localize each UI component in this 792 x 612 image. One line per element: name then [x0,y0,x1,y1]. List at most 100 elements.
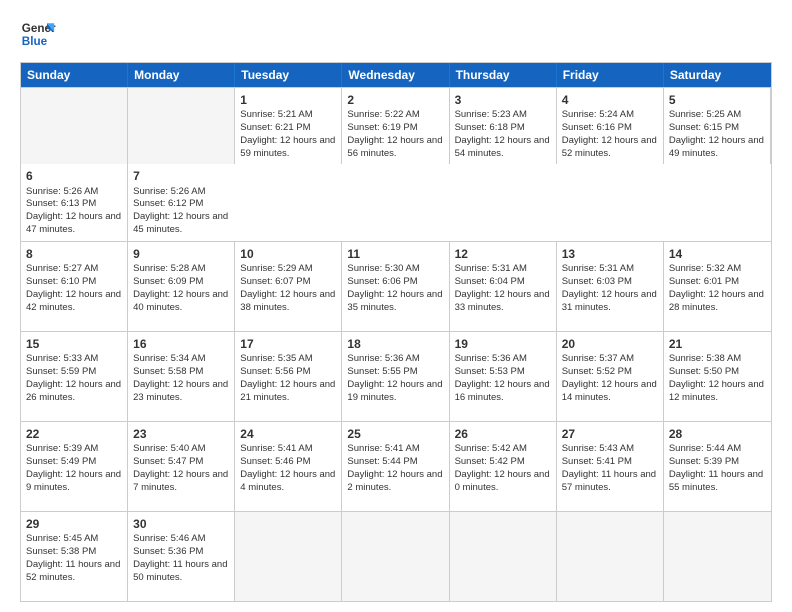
sunrise: Sunrise: 5:41 AM [347,443,419,454]
daylight-label: Daylight: 12 hours and 49 minutes. [669,135,764,159]
calendar-cell-empty [342,512,449,601]
sunrise: Sunrise: 5:31 AM [455,263,527,274]
daylight-label: Daylight: 12 hours and 14 minutes. [562,379,657,403]
day-number: 17 [240,336,336,352]
header-day-tuesday: Tuesday [235,63,342,87]
sunrise: Sunrise: 5:40 AM [133,443,205,454]
header-day-sunday: Sunday [21,63,128,87]
daylight-label: Daylight: 12 hours and 12 minutes. [669,379,764,403]
calendar-body: 1Sunrise: 5:21 AM Sunset: 6:21 PM Daylight… [21,87,771,601]
daylight-label: Daylight: 12 hours and 31 minutes. [562,289,657,313]
sunset: Sunset: 5:52 PM [562,366,632,377]
sunset: Sunset: 5:44 PM [347,456,417,467]
sunset: Sunset: 5:49 PM [26,456,96,467]
header-day-friday: Friday [557,63,664,87]
sunset: Sunset: 6:21 PM [240,122,310,133]
calendar-cell-day-30: 30Sunrise: 5:46 AMSunset: 5:36 PMDayligh… [128,512,235,601]
sunrise: Sunrise: 5:22 AM [347,109,419,120]
day-number: 12 [455,246,551,262]
day-number: 28 [669,426,766,442]
daylight-label: Daylight: 12 hours and 40 minutes. [133,289,228,313]
calendar-cell-day-12: 12Sunrise: 5:31 AM Sunset: 6:04 PM Dayligh… [450,242,557,331]
sunset: Sunset: 6:03 PM [562,276,632,287]
sunrise: Sunrise: 5:30 AM [347,263,419,274]
sunset: Sunset: 6:07 PM [240,276,310,287]
daylight-label: Daylight: 11 hours and 57 minutes. [562,469,656,493]
calendar-week-0: 1Sunrise: 5:21 AM Sunset: 6:21 PM Daylight… [21,87,771,241]
calendar-cell-day-9: 9Sunrise: 5:28 AM Sunset: 6:09 PM Daylight… [128,242,235,331]
calendar-cell-day-29: 29Sunrise: 5:45 AMSunset: 5:38 PMDayligh… [21,512,128,601]
sunset: Sunset: 6:04 PM [455,276,525,287]
sunset: Sunset: 6:09 PM [133,276,203,287]
calendar-cell-day-11: 11Sunrise: 5:30 AMSunset: 6:06 PMDayligh… [342,242,449,331]
day-number: 9 [133,246,229,262]
calendar-cell-day-4: 4Sunrise: 5:24 AMSunset: 6:16 PMDaylight… [557,88,664,164]
sunset: Sunset: 6:01 PM [669,276,739,287]
day-number: 10 [240,246,336,262]
day-number: 1 [240,92,336,108]
sunrise: Sunrise: 5:37 AM [562,353,634,364]
sunset: Sunset: 6:13 PM [26,198,96,209]
sunset: Sunset: 5:39 PM [669,456,739,467]
daylight-label: Daylight: 11 hours and 55 minutes. [669,469,763,493]
calendar-header: SundayMondayTuesdayWednesdayThursdayFrid… [21,63,771,87]
sunrise: Sunrise: 5:26 AM [26,186,98,197]
daylight-label: Daylight: 12 hours and 19 minutes. [347,379,442,403]
calendar-cell-day-3: 3Sunrise: 5:23 AMSunset: 6:18 PMDaylight… [450,88,557,164]
day-number: 13 [562,246,658,262]
calendar-cell-day-8: 8Sunrise: 5:27 AMSunset: 6:10 PMDaylight… [21,242,128,331]
sunset: Sunset: 5:41 PM [562,456,632,467]
sunrise: Sunrise: 5:42 AM [455,443,527,454]
day-number: 6 [26,168,122,184]
logo: General Blue [20,16,56,52]
sunrise: Sunrise: 5:45 AM [26,533,98,544]
calendar-cell-day-2: 2Sunrise: 5:22 AMSunset: 6:19 PMDaylight… [342,88,449,164]
daylight-label: Daylight: 12 hours and 35 minutes. [347,289,442,313]
sunrise: Sunrise: 5:44 AM [669,443,741,454]
calendar-cell-day-23: 23Sunrise: 5:40 AMSunset: 5:47 PMDayligh… [128,422,235,511]
daylight-label: Daylight: 12 hours and 21 minutes. [240,379,335,403]
sunset: Sunset: 5:36 PM [133,546,203,557]
calendar-cell-empty [21,88,128,164]
sunrise: Sunrise: 5:23 AM [455,109,527,120]
sunrise: Sunrise: 5:33 AM [26,353,98,364]
sunset: Sunset: 6:16 PM [562,122,632,133]
sunrise: Sunrise: 5:36 AM [347,353,419,364]
sunset: Sunset: 6:18 PM [455,122,525,133]
daylight-label: Daylight: 12 hours and 33 minutes. [455,289,550,313]
sunset: Sunset: 6:12 PM [133,198,203,209]
day-number: 18 [347,336,443,352]
daylight-label: Daylight: 12 hours and 0 minutes. [455,469,550,493]
sunset: Sunset: 5:46 PM [240,456,310,467]
calendar-cell-day-28: 28Sunrise: 5:44 AM Sunset: 5:39 PM Dayligh… [664,422,771,511]
sunrise: Sunrise: 5:28 AM [133,263,205,274]
sunrise: Sunrise: 5:38 AM [669,353,741,364]
day-number: 27 [562,426,658,442]
daylight-label: Daylight: 12 hours and 42 minutes. [26,289,121,313]
sunset: Sunset: 5:59 PM [26,366,96,377]
sunrise: Sunrise: 5:24 AM [562,109,634,120]
sunset: Sunset: 5:55 PM [347,366,417,377]
day-number: 30 [133,516,229,532]
daylight-label: Daylight: 12 hours and 52 minutes. [562,135,657,159]
daylight-label: Daylight: 12 hours and 7 minutes. [133,469,228,493]
calendar-week-1: 8Sunrise: 5:27 AMSunset: 6:10 PMDaylight… [21,241,771,331]
sunrise: Sunrise: 5:34 AM [133,353,205,364]
calendar-cell-day-19: 19Sunrise: 5:36 AMSunset: 5:53 PMDayligh… [450,332,557,421]
daylight-label: Daylight: 12 hours and 28 minutes. [669,289,764,313]
calendar-week-3: 22Sunrise: 5:39 AMSunset: 5:49 PMDayligh… [21,421,771,511]
calendar: SundayMondayTuesdayWednesdayThursdayFrid… [20,62,772,602]
day-number: 19 [455,336,551,352]
day-number: 24 [240,426,336,442]
sunrise: Sunrise: 5:32 AM [669,263,741,274]
calendar-cell-day-1: 1Sunrise: 5:21 AMSunset: 6:21 PMDaylight… [235,88,342,164]
header-day-thursday: Thursday [450,63,557,87]
day-number: 29 [26,516,122,532]
day-number: 2 [347,92,443,108]
day-number: 21 [669,336,766,352]
calendar-cell-day-27: 27Sunrise: 5:43 AMSunset: 5:41 PMDayligh… [557,422,664,511]
day-number: 20 [562,336,658,352]
sunrise: Sunrise: 5:21 AM [240,109,312,120]
daylight-label: Daylight: 12 hours and 54 minutes. [455,135,550,159]
sunrise: Sunrise: 5:31 AM [562,263,634,274]
